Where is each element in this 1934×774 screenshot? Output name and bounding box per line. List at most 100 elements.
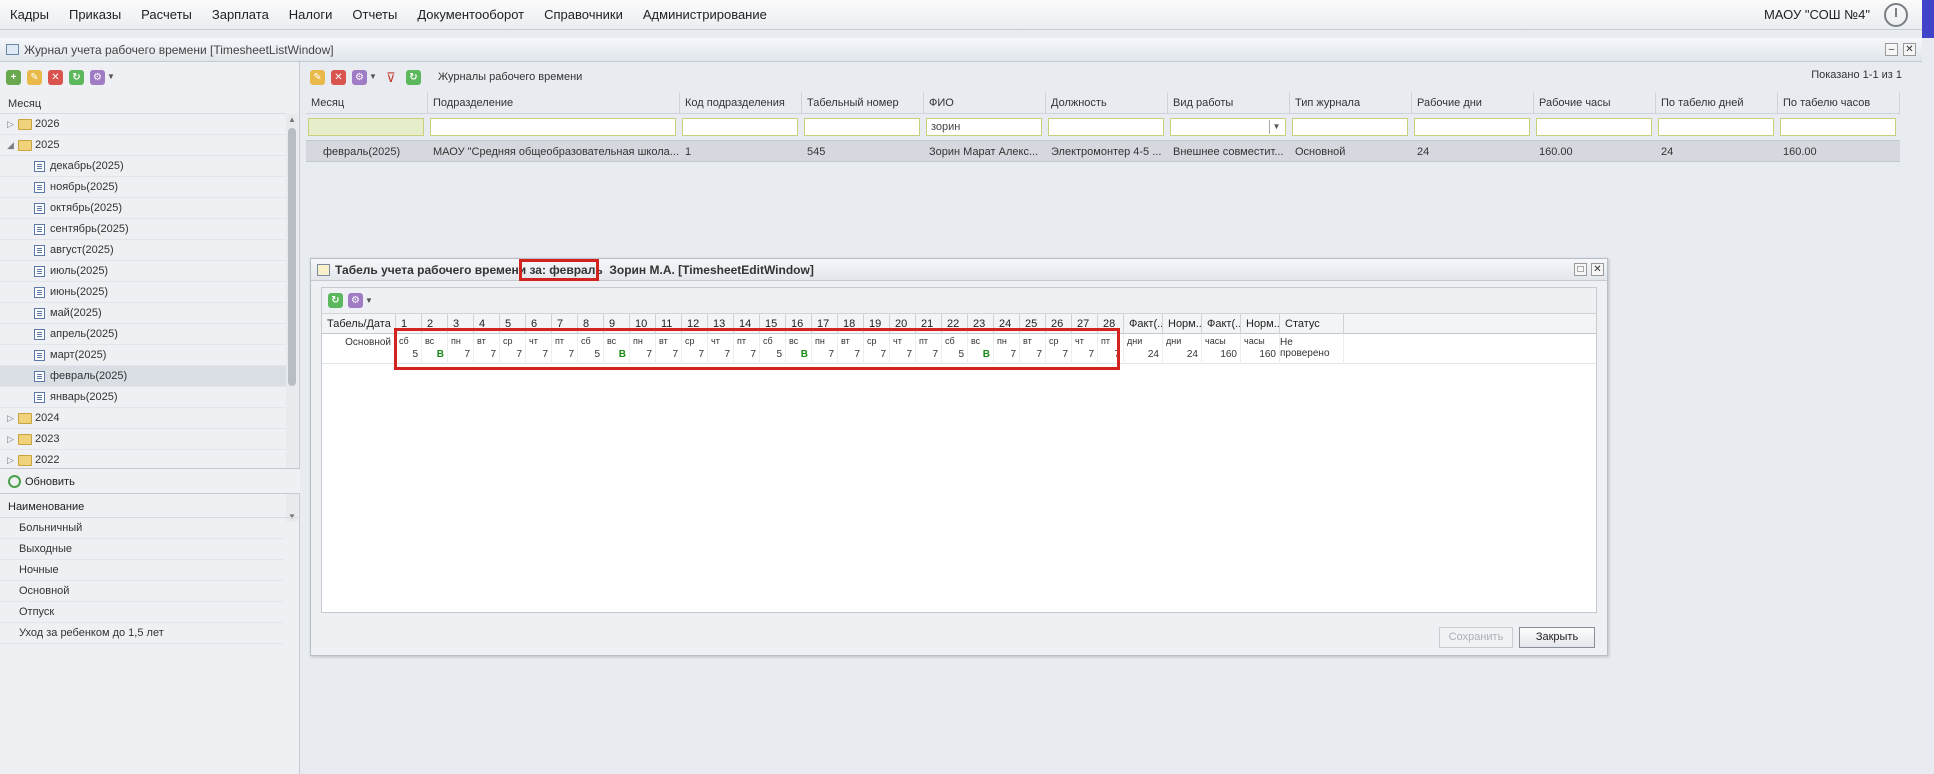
filter-input[interactable] bbox=[430, 118, 676, 136]
column-header[interactable]: ФИО bbox=[924, 92, 1046, 114]
grid-filter-row: зорин ▼ bbox=[306, 114, 1900, 140]
edit-icon[interactable]: ✎ bbox=[310, 70, 325, 85]
clear-filter-icon[interactable]: ⊽ bbox=[386, 70, 396, 86]
filter-input[interactable] bbox=[804, 118, 920, 136]
minimize-icon[interactable]: – bbox=[1885, 43, 1898, 56]
edit-icon[interactable]: ✎ bbox=[27, 70, 42, 85]
type-list-item[interactable]: Основной bbox=[0, 581, 284, 602]
type-list-item[interactable]: Выходные bbox=[0, 539, 284, 560]
tree-month-item[interactable]: март(2025) bbox=[0, 345, 286, 366]
refresh-icon[interactable]: ↻ bbox=[328, 293, 343, 308]
save-button[interactable]: Сохранить bbox=[1439, 627, 1513, 648]
settings-icon[interactable]: ⚙ bbox=[90, 70, 105, 85]
column-header[interactable]: Рабочие часы bbox=[1534, 92, 1656, 114]
clock-icon[interactable] bbox=[1884, 3, 1908, 27]
menu-item[interactable]: Расчеты bbox=[131, 0, 202, 30]
column-header[interactable]: Вид работы bbox=[1168, 92, 1290, 114]
folder-icon bbox=[18, 119, 32, 130]
type-list-item[interactable]: Уход за ребенком до 1,5 лет bbox=[0, 623, 284, 644]
tree-year-node[interactable]: ▷ 2026 bbox=[0, 114, 286, 135]
filter-input[interactable] bbox=[1414, 118, 1530, 136]
filter-input[interactable] bbox=[1536, 118, 1652, 136]
chevron-down-icon[interactable]: ▼ bbox=[369, 72, 377, 81]
column-header[interactable]: Тип журнала bbox=[1290, 92, 1412, 114]
delete-icon[interactable]: ✕ bbox=[331, 70, 346, 85]
tree-month-item[interactable]: апрель(2025) bbox=[0, 324, 286, 345]
column-header[interactable]: Подразделение bbox=[428, 92, 680, 114]
chevron-down-icon[interactable]: ▼ bbox=[1269, 120, 1283, 134]
filter-input[interactable] bbox=[1780, 118, 1896, 136]
timesheet-type-label: Основной bbox=[345, 337, 391, 348]
table-cell: 160.00 bbox=[1783, 146, 1817, 158]
menu-item[interactable]: Справочники bbox=[534, 0, 633, 30]
list-icon bbox=[34, 182, 45, 193]
refresh-button[interactable]: Обновить bbox=[0, 468, 300, 494]
settings-icon[interactable]: ⚙ bbox=[348, 293, 363, 308]
chevron-down-icon[interactable]: ▼ bbox=[365, 296, 373, 305]
close-icon[interactable]: ✕ bbox=[1591, 263, 1604, 276]
tree-month-item[interactable]: май(2025) bbox=[0, 303, 286, 324]
filter-input[interactable] bbox=[682, 118, 798, 136]
collapse-icon[interactable]: ◢ bbox=[7, 135, 17, 156]
settings-icon[interactable]: ⚙ bbox=[352, 70, 367, 85]
filter-input[interactable] bbox=[1292, 118, 1408, 136]
maximize-icon[interactable]: □ bbox=[1574, 263, 1587, 276]
filter-input[interactable]: ▼ bbox=[1170, 118, 1286, 136]
menu-item[interactable]: Отчеты bbox=[342, 0, 407, 30]
scroll-thumb[interactable] bbox=[288, 128, 296, 386]
summary-header: Норм... bbox=[1241, 314, 1280, 334]
add-icon[interactable]: + bbox=[6, 70, 21, 85]
column-header[interactable]: Рабочие дни bbox=[1412, 92, 1534, 114]
delete-icon[interactable]: ✕ bbox=[48, 70, 63, 85]
column-header[interactable]: По табелю дней bbox=[1656, 92, 1778, 114]
filter-input[interactable]: зорин bbox=[926, 118, 1042, 136]
tree-month-item[interactable]: октябрь(2025) bbox=[0, 198, 286, 219]
tree-header: Месяц bbox=[0, 94, 286, 114]
column-header[interactable]: По табелю часов bbox=[1778, 92, 1900, 114]
expand-icon[interactable]: ▷ bbox=[7, 114, 17, 135]
table-row[interactable]: февраль(2025) МАОУ "Средняя общеобразоват… bbox=[306, 140, 1900, 162]
type-list-item[interactable]: Больничный bbox=[0, 518, 284, 539]
tree-month-item[interactable]: август(2025) bbox=[0, 240, 286, 261]
summary-value: 160 bbox=[1220, 349, 1237, 360]
expand-icon[interactable]: ▷ bbox=[7, 408, 17, 429]
tree-month-item[interactable]: июнь(2025) bbox=[0, 282, 286, 303]
menu-item[interactable]: Зарплата bbox=[202, 0, 279, 30]
menu-item[interactable]: Налоги bbox=[279, 0, 343, 30]
scroll-up-icon[interactable]: ▲ bbox=[288, 115, 296, 124]
list-icon bbox=[34, 371, 45, 382]
tree-month-item[interactable]: декабрь(2025) bbox=[0, 156, 286, 177]
close-button[interactable]: Закрыть bbox=[1519, 627, 1595, 648]
refresh-icon[interactable]: ↻ bbox=[406, 70, 421, 85]
tree-year-node[interactable]: ▷ 2024 bbox=[0, 408, 286, 429]
close-icon[interactable]: ✕ bbox=[1903, 43, 1916, 56]
type-list-item[interactable]: Ночные bbox=[0, 560, 284, 581]
expand-icon[interactable]: ▷ bbox=[7, 429, 17, 450]
menu-item[interactable]: Кадры bbox=[0, 0, 59, 30]
refresh-icon bbox=[8, 475, 21, 488]
tree-label: декабрь(2025) bbox=[50, 160, 124, 172]
column-header[interactable]: Код подразделения bbox=[680, 92, 802, 114]
tree-month-item[interactable]: ноябрь(2025) bbox=[0, 177, 286, 198]
tree-year-node[interactable]: ◢ 2025 bbox=[0, 135, 286, 156]
tree-month-item[interactable]: февраль(2025) bbox=[0, 366, 286, 387]
chevron-down-icon[interactable]: ▼ bbox=[107, 72, 115, 81]
menu-item[interactable]: Администрирование bbox=[633, 0, 777, 30]
menu-item[interactable]: Документооборот bbox=[407, 0, 534, 30]
filter-input[interactable] bbox=[308, 118, 424, 136]
column-header[interactable]: Месяц bbox=[306, 92, 428, 114]
tree-month-item[interactable]: январь(2025) bbox=[0, 387, 286, 408]
edge-accent bbox=[1922, 0, 1934, 38]
refresh-icon[interactable]: ↻ bbox=[69, 70, 84, 85]
filter-input[interactable] bbox=[1048, 118, 1164, 136]
column-header[interactable]: Должность bbox=[1046, 92, 1168, 114]
menu-item[interactable]: Приказы bbox=[59, 0, 131, 30]
tree-year-node[interactable]: ▷ 2023 bbox=[0, 429, 286, 450]
filter-input[interactable] bbox=[1658, 118, 1774, 136]
tree-scrollbar[interactable]: ▲ ▼ bbox=[286, 114, 298, 522]
column-header[interactable]: Табельный номер bbox=[802, 92, 924, 114]
tree-month-item[interactable]: сентябрь(2025) bbox=[0, 219, 286, 240]
tree-month-item[interactable]: июль(2025) bbox=[0, 261, 286, 282]
summary-unit: дни bbox=[1166, 336, 1182, 346]
type-list-item[interactable]: Отпуск bbox=[0, 602, 284, 623]
